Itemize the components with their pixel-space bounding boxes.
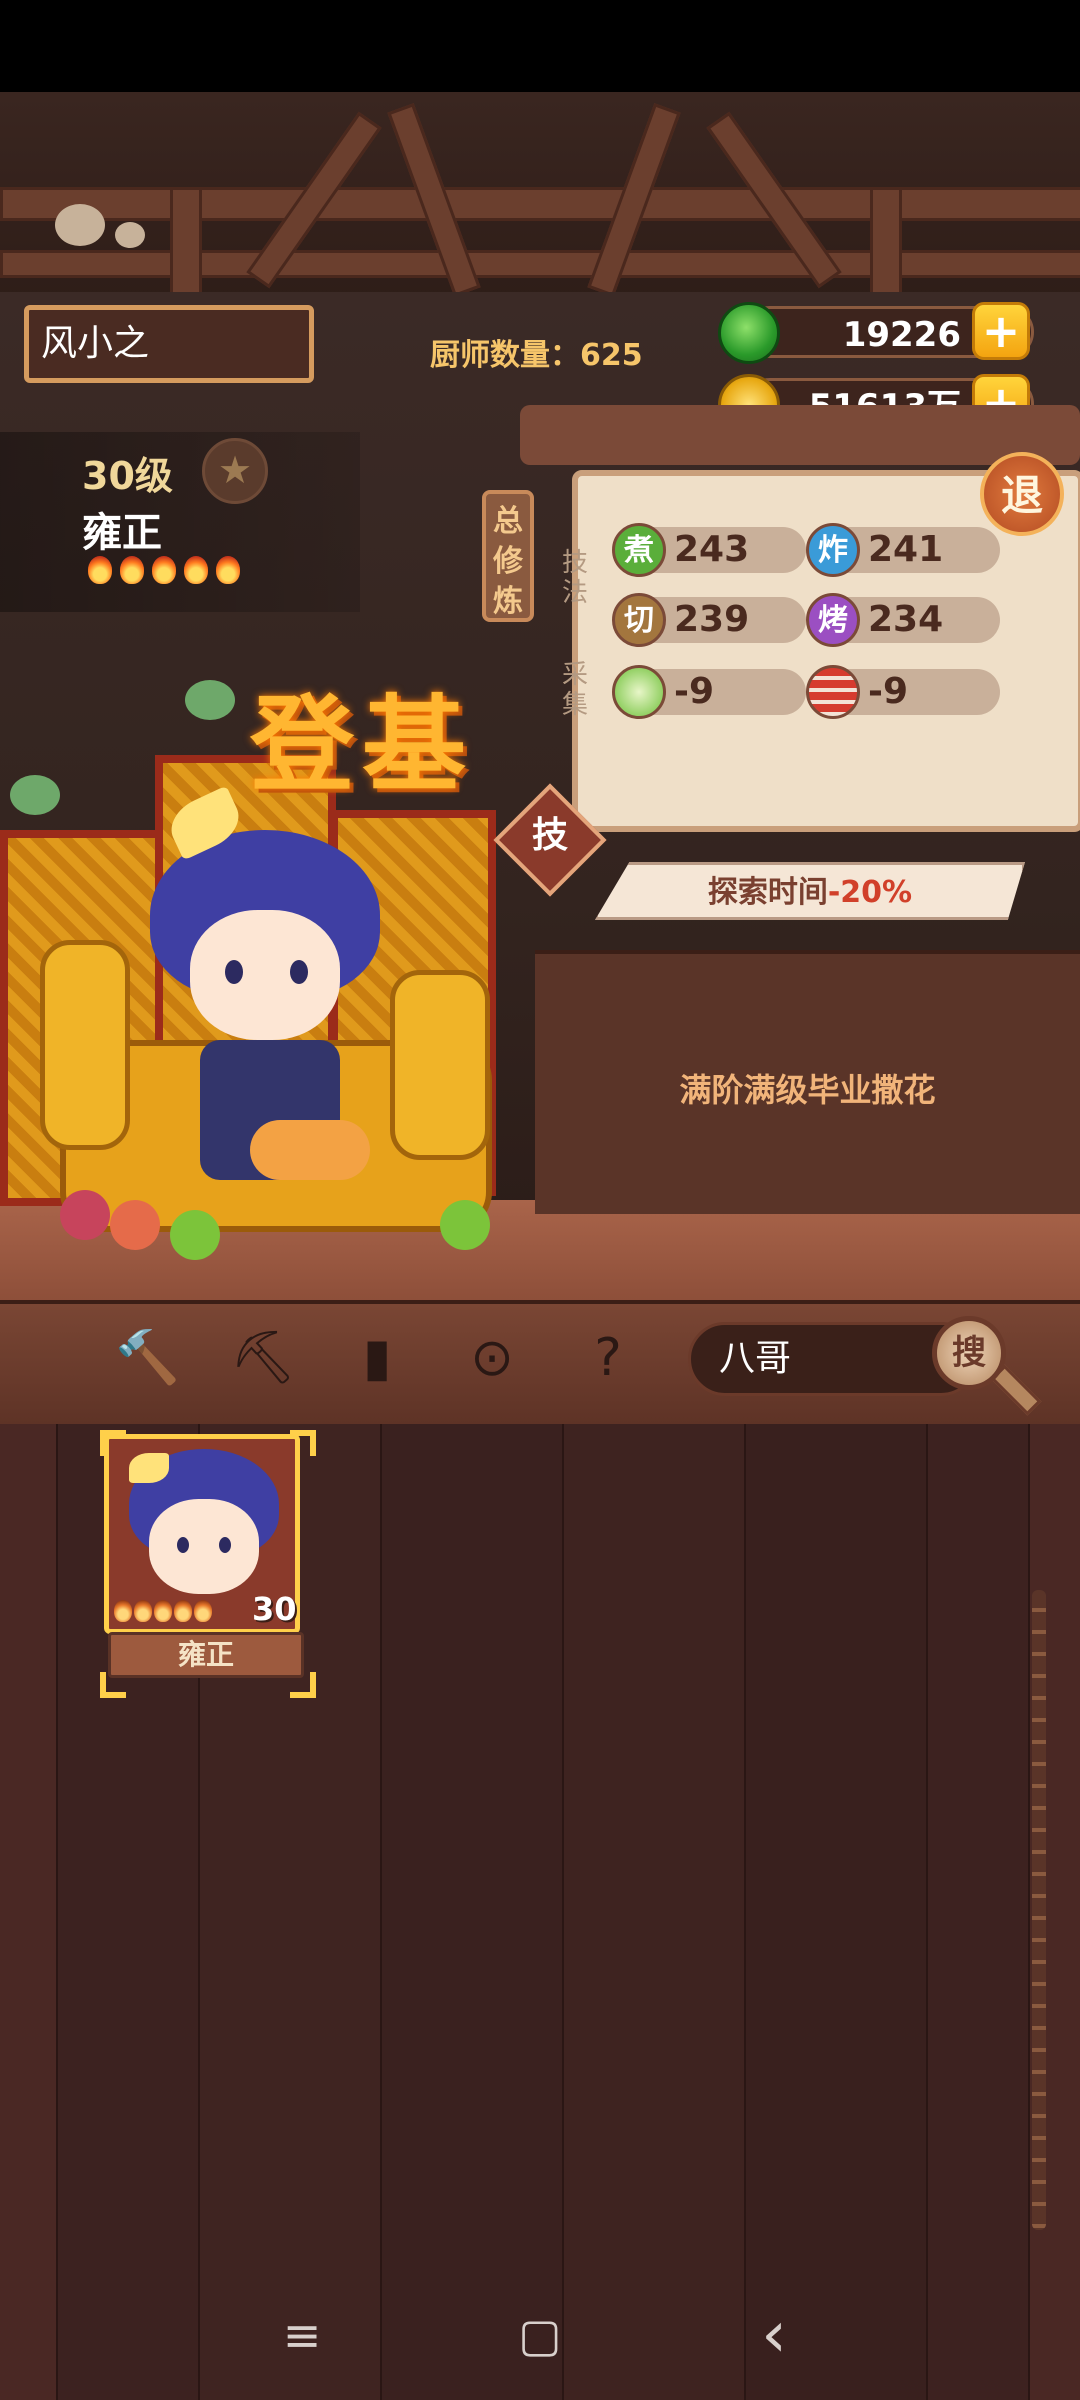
- explore-label: 探索时间: [707, 875, 828, 910]
- stat-roast: 烤 234: [806, 593, 1000, 647]
- flame-icon: [184, 556, 208, 584]
- stat-fry: 炸 241: [806, 523, 1000, 577]
- roast-icon: 烤: [806, 593, 860, 647]
- jade-icon: [718, 302, 780, 364]
- list-scrollbar[interactable]: [1032, 1590, 1046, 2230]
- chef-level: 30级: [82, 454, 173, 498]
- map-question-icon[interactable]: ?: [578, 1328, 638, 1388]
- selection-corner: [290, 1430, 316, 1456]
- chef-title-banner: 登基: [250, 684, 475, 806]
- player-name-field[interactable]: 风小之: [24, 305, 314, 383]
- home-icon[interactable]: ▢: [500, 2305, 580, 2365]
- stat-value: 243: [674, 529, 750, 570]
- panel-header: [520, 405, 1080, 465]
- flame-icon: [134, 1600, 152, 1622]
- flame-icon: [194, 1600, 212, 1622]
- flame-icon: [114, 1600, 132, 1622]
- search-button[interactable]: 搜: [932, 1316, 1006, 1390]
- description-text: 满阶满级毕业撒花: [679, 1071, 936, 1109]
- back-icon[interactable]: ‹: [734, 2303, 814, 2367]
- trowel-icon[interactable]: 🔨: [115, 1328, 180, 1388]
- exit-button[interactable]: 退: [980, 452, 1064, 536]
- explore-value: -20%: [827, 875, 913, 910]
- stat-value: 239: [674, 599, 750, 640]
- chef-card-name: 雍正: [108, 1632, 304, 1678]
- add-jade-button[interactable]: +: [972, 302, 1030, 360]
- flame-icon: [120, 556, 144, 584]
- stat-value: -9: [674, 671, 714, 712]
- flame-icon: [216, 556, 240, 584]
- explore-time-banner: 探索时间-20%: [595, 862, 1025, 920]
- shovel-icon[interactable]: ⛏: [230, 1328, 296, 1388]
- roof-beams: [0, 92, 1080, 302]
- total-training-tab[interactable]: 总修炼: [482, 490, 534, 622]
- flame-icon: [152, 556, 176, 584]
- menu-icon[interactable]: ≡: [262, 2305, 342, 2365]
- selection-corner: [100, 1672, 126, 1698]
- stat-vegetable: -9: [612, 665, 806, 719]
- chef-card-level: 30: [252, 1590, 297, 1628]
- flame-icon: [174, 1600, 192, 1622]
- flame-icon: [88, 556, 112, 584]
- chef-info-panel: [0, 432, 360, 612]
- stat-cut: 切 239: [612, 593, 806, 647]
- map-pin-icon[interactable]: ⊙: [462, 1328, 522, 1388]
- fry-icon: 炸: [806, 523, 860, 577]
- meat-icon: [806, 665, 860, 719]
- star-icon[interactable]: ★: [202, 438, 268, 504]
- cabbage-icon: [612, 665, 666, 719]
- stat-value: 234: [868, 599, 944, 640]
- boil-icon: 煮: [612, 523, 666, 577]
- selection-corner: [100, 1430, 126, 1456]
- stat-boil: 煮 243: [612, 523, 806, 577]
- section-label-technique: 技法: [561, 548, 588, 608]
- status-bar: [0, 0, 1080, 92]
- jar-icon[interactable]: ▮: [347, 1328, 407, 1388]
- skill-badge-label: 技: [531, 815, 568, 856]
- cut-icon: 切: [612, 593, 666, 647]
- section-label-gather: 采集: [561, 660, 588, 720]
- stat-value: -9: [868, 671, 908, 712]
- stat-value: 241: [868, 529, 944, 570]
- stat-meat: -9: [806, 665, 1000, 719]
- chef-count-label: 厨师数量：625: [430, 338, 643, 373]
- chef-name: 雍正: [82, 510, 162, 556]
- flame-icon: [154, 1600, 172, 1622]
- selection-corner: [290, 1672, 316, 1698]
- jade-value: 19226: [842, 315, 961, 355]
